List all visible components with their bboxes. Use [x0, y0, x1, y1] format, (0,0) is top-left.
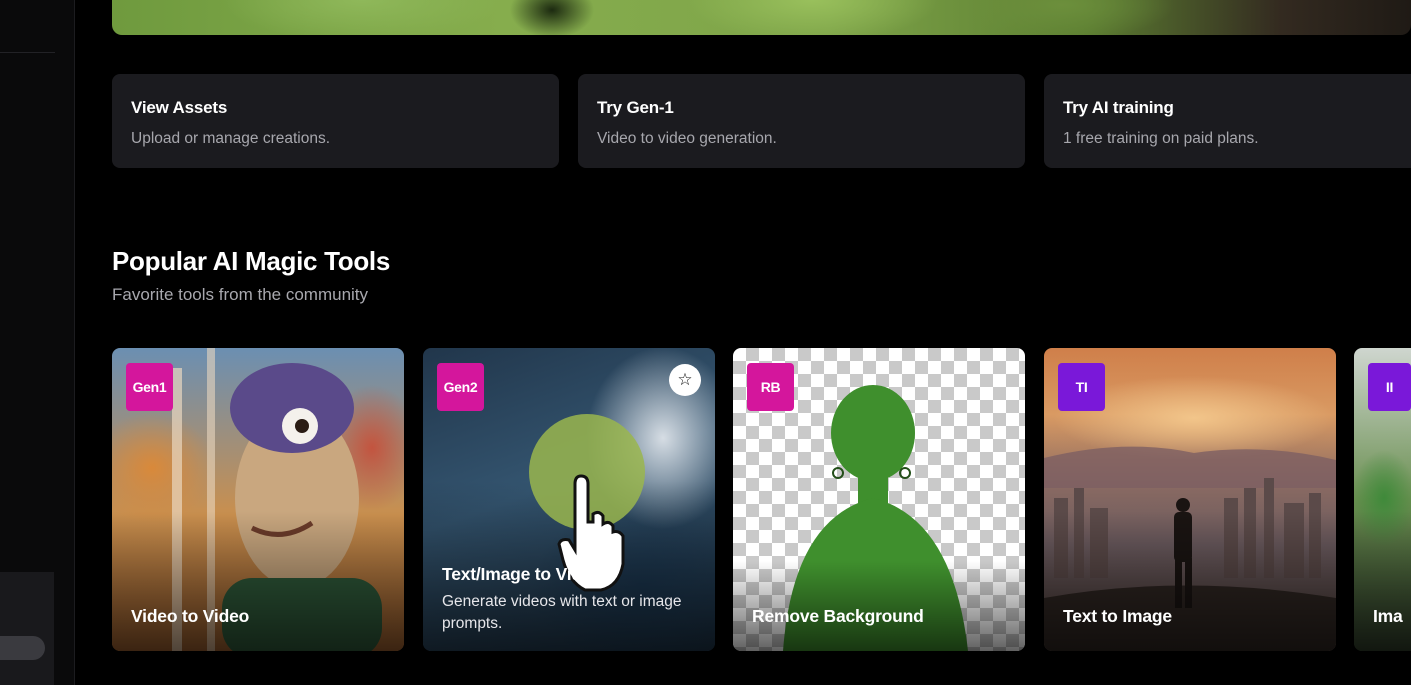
section-subtitle: Favorite tools from the community [112, 285, 369, 304]
sidebar-toggle[interactable] [0, 636, 45, 660]
tool-card-remove-background[interactable]: RB Remove Background [733, 348, 1025, 651]
tool-description: Generate videos with text or image promp… [442, 593, 682, 632]
tool-card-text-to-image[interactable]: TI Text to Image [1044, 348, 1336, 651]
quick-action-try-gen1[interactable]: Try Gen-1 Video to video generation. [578, 74, 1025, 168]
section-title: Popular AI Magic Tools [112, 246, 390, 276]
tool-label: Ima [1373, 606, 1403, 626]
hero-banner[interactable] [112, 0, 1411, 35]
tool-label: Video to Video [131, 606, 250, 626]
quick-action-title: Try AI training [1063, 98, 1174, 117]
tool-label: Remove Background [752, 606, 924, 626]
quick-action-view-assets[interactable]: View Assets Upload or manage creations. [112, 74, 559, 168]
tool-label: Text/Image to Video [442, 564, 602, 584]
quick-action-title: View Assets [131, 98, 228, 117]
tool-card-video-to-video[interactable]: Gen1 Video to Video [112, 348, 404, 651]
tool-badge: II [1368, 363, 1411, 411]
sidebar-divider [0, 52, 55, 53]
tool-badge: RB [747, 363, 794, 411]
tool-badge: Gen1 [126, 363, 173, 411]
quick-action-subtitle: Video to video generation. [597, 130, 777, 147]
sidebar-bottom-panel [0, 572, 54, 685]
tool-card-text-image-to-video[interactable]: Gen2 ☆ Text/Image to Video Generate vide… [423, 348, 715, 651]
quick-action-try-ai-training[interactable]: Try AI training 1 free training on paid … [1044, 74, 1411, 168]
sidebar [0, 0, 75, 685]
quick-action-subtitle: Upload or manage creations. [131, 130, 331, 147]
tool-badge: TI [1058, 363, 1105, 411]
tool-label: Text to Image [1063, 606, 1172, 626]
quick-action-title: Try Gen-1 [597, 98, 674, 117]
tool-card-image-to-image[interactable]: II Ima [1354, 348, 1411, 651]
quick-action-subtitle: 1 free training on paid plans. [1063, 130, 1259, 147]
